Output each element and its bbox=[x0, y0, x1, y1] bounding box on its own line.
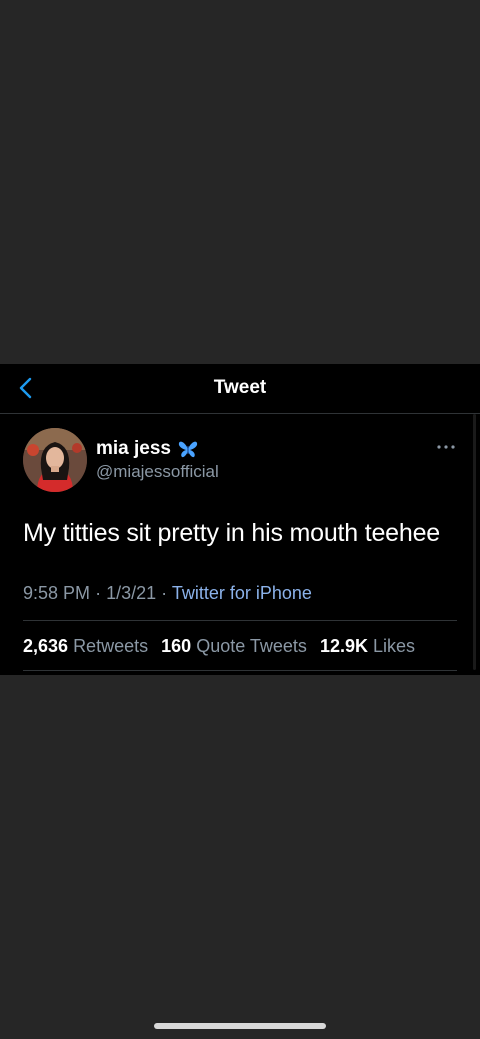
quote-tweets-label: Quote Tweets bbox=[196, 636, 307, 656]
more-options-icon[interactable] bbox=[436, 443, 456, 451]
retweets-label: Retweets bbox=[73, 636, 149, 656]
divider bbox=[23, 670, 457, 671]
retweets-count: 2,636 bbox=[23, 636, 69, 656]
tweet-source-link[interactable]: Twitter for iPhone bbox=[172, 583, 312, 603]
tweet-text: My titties sit pretty in his mouth teehe… bbox=[23, 519, 440, 547]
likes-count: 12.9K bbox=[319, 636, 368, 656]
avatar-photo bbox=[23, 428, 87, 492]
tweet-stats: 2,636 Retweets 160 Quote Tweets 12.9K Li… bbox=[23, 636, 423, 657]
quote-tweets-stat[interactable]: 160 Quote Tweets bbox=[161, 636, 307, 657]
author-name-row: mia jess bbox=[96, 437, 198, 461]
tweet-detail-screen: Tweet mia jess @miajessofficial My titti… bbox=[0, 364, 480, 675]
likes-label: Likes bbox=[373, 636, 416, 656]
author-handle[interactable]: @miajessofficial bbox=[96, 462, 219, 482]
scrollbar[interactable] bbox=[473, 414, 476, 670]
empty-top-area bbox=[0, 0, 480, 364]
tweet-time: 9:58 PM bbox=[23, 583, 91, 603]
likes-stat[interactable]: 12.9K Likes bbox=[320, 636, 415, 657]
page-title: Tweet bbox=[213, 377, 267, 398]
tweet-date: 1/3/21 bbox=[106, 583, 157, 603]
tweet-meta: 9:58 PM · 1/3/21 · Twitter for iPhone bbox=[23, 583, 312, 604]
divider bbox=[23, 620, 457, 621]
retweets-stat[interactable]: 2,636 Retweets bbox=[23, 636, 148, 657]
navbar: Tweet bbox=[0, 364, 480, 414]
avatar[interactable] bbox=[23, 428, 87, 492]
quote-tweets-count: 160 bbox=[161, 636, 192, 656]
butterfly-icon bbox=[178, 441, 198, 458]
meta-separator: · bbox=[95, 583, 102, 603]
meta-separator: · bbox=[161, 583, 168, 603]
home-indicator[interactable] bbox=[154, 1023, 326, 1029]
author-name[interactable]: mia jess bbox=[96, 438, 171, 460]
